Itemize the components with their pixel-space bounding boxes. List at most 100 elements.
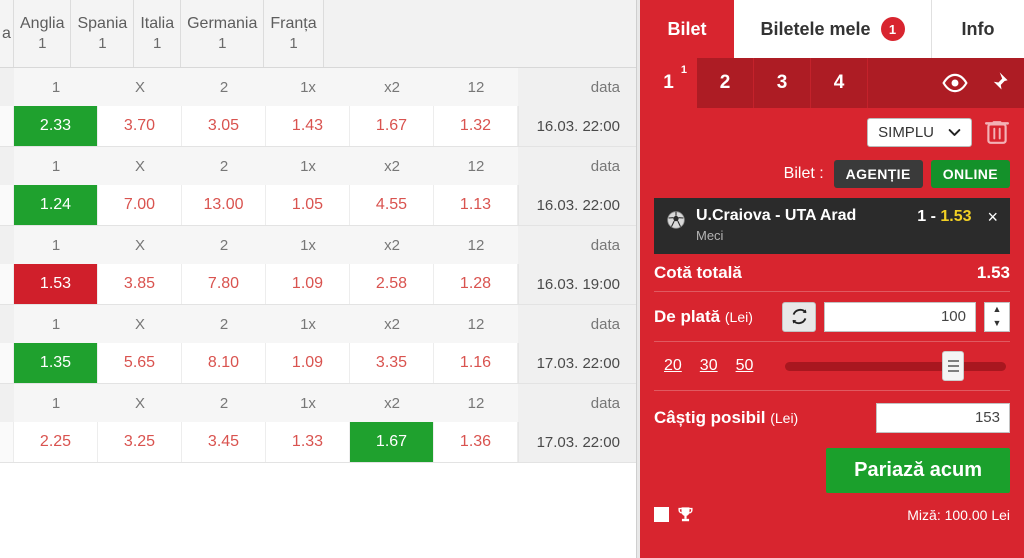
match-block: 1 X 2 1x x2 12 data 1.35 5.65 8.10 1.09 3.35 1.16 17.… (0, 305, 636, 384)
tab-bilet-label: Bilet (667, 18, 707, 39)
slip-tabs-spacer (868, 58, 942, 108)
league-tab-spania[interactable]: Spania 1 (71, 0, 135, 67)
possible-win-row: Câștig posibil (Lei) 153 (654, 390, 1010, 444)
match-date: 16.03. 22:00 (518, 185, 636, 225)
selection-remove-icon[interactable]: × (987, 208, 998, 226)
odd-button[interactable]: 1.53 (14, 264, 98, 304)
odd-button[interactable]: 3.35 (350, 343, 434, 383)
stake-label: De plată (Lei) (654, 307, 774, 327)
odd-button[interactable]: 1.24 (14, 185, 98, 225)
odds-column-header: X (98, 305, 182, 343)
slip-tab-1[interactable]: 11 (640, 58, 697, 108)
league-tab-franța[interactable]: Franța 1 (264, 0, 324, 67)
selection-pick: 1 - 1.53 (917, 208, 971, 226)
stake-refresh-button[interactable] (782, 301, 816, 332)
possible-win-label: Câștig posibil (Lei) (654, 408, 798, 428)
slip-tab-label: 1 (663, 72, 674, 93)
stake-slider[interactable] (785, 351, 1006, 381)
quick-amount-20[interactable]: 20 (664, 357, 682, 375)
league-tab-anglia[interactable]: Anglia 1 (14, 0, 72, 67)
bet-type-select[interactable]: SIMPLU (867, 117, 972, 147)
possible-win-value: 153 (974, 409, 1000, 426)
betslip-tab-bar: Bilet Biletele mele 1 Info (640, 0, 1024, 58)
odd-button[interactable]: 1.36 (434, 422, 518, 462)
odd-button[interactable]: 5.65 (98, 343, 182, 383)
odd-button[interactable]: 3.25 (98, 422, 182, 462)
stake-input[interactable]: 100 (824, 301, 976, 332)
odds-column-header: 2 (182, 68, 266, 106)
odd-button[interactable]: 1.13 (434, 185, 518, 225)
betslip-panel: Bilet Biletele mele 1 Info 11234 SIMPLU (640, 0, 1024, 558)
trophy-icon (678, 507, 693, 522)
date-column-header: data (518, 305, 636, 343)
odds-column-header: 1x (266, 68, 350, 106)
possible-win-input: 153 (876, 402, 1010, 433)
row-lead-spacer (0, 384, 14, 422)
odd-button[interactable]: 13.00 (182, 185, 266, 225)
odd-button[interactable]: 2.25 (14, 422, 98, 462)
bonus-checkbox[interactable] (654, 507, 669, 522)
odd-button[interactable]: 3.70 (98, 106, 182, 146)
league-tab-count: 1 (153, 35, 162, 53)
odds-column-header: x2 (350, 305, 434, 343)
slip-tab-3[interactable]: 3 (754, 58, 811, 108)
stake-stepper[interactable]: ▲ ▼ (984, 301, 1010, 332)
row-lead-spacer (0, 147, 14, 185)
tab-info[interactable]: Info (932, 0, 1024, 58)
odd-button[interactable]: 1.67 (350, 106, 434, 146)
odd-button[interactable]: 1.33 (266, 422, 350, 462)
odd-button[interactable]: 3.85 (98, 264, 182, 304)
stake-decrement-icon[interactable]: ▼ (993, 319, 1002, 328)
channel-agentie-button[interactable]: AGENȚIE (833, 160, 923, 188)
odd-button[interactable]: 2.33 (14, 106, 98, 146)
match-date: 16.03. 22:00 (518, 106, 636, 146)
odd-button[interactable]: 1.32 (434, 106, 518, 146)
odd-button[interactable]: 1.67 (350, 422, 434, 462)
slip-tab-2[interactable]: 2 (697, 58, 754, 108)
odd-button[interactable]: 8.10 (182, 343, 266, 383)
odds-column-header: 1 (14, 305, 98, 343)
tab-biletele-mele-label: Biletele mele (760, 18, 871, 39)
odd-button[interactable]: 1.35 (14, 343, 98, 383)
footer-left-group (654, 505, 695, 524)
odd-button[interactable]: 1.16 (434, 343, 518, 383)
league-tab-germania[interactable]: Germania 1 (181, 0, 265, 67)
odd-button[interactable]: 7.80 (182, 264, 266, 304)
place-bet-button[interactable]: Pariază acum (826, 448, 1010, 493)
league-tab-count: 1 (38, 35, 47, 53)
possible-win-label-text: Câștig posibil (654, 407, 766, 427)
league-tab-a[interactable]: a (0, 0, 14, 67)
odds-column-header: 1x (266, 384, 350, 422)
quick-amount-30[interactable]: 30 (700, 357, 718, 375)
odd-button[interactable]: 3.45 (182, 422, 266, 462)
tab-biletele-mele[interactable]: Biletele mele 1 (734, 0, 932, 58)
match-date: 16.03. 19:00 (518, 264, 636, 304)
league-tab-italia[interactable]: Italia 1 (134, 0, 182, 67)
stake-increment-icon[interactable]: ▲ (993, 305, 1002, 314)
slider-grip-line (947, 370, 959, 372)
match-date: 17.03. 22:00 (518, 343, 636, 383)
pin-icon[interactable] (984, 70, 1010, 96)
odd-button[interactable]: 1.09 (266, 343, 350, 383)
eye-icon[interactable] (942, 70, 968, 96)
table-row: 1.24 7.00 13.00 1.05 4.55 1.13 16.03. 22:00 (0, 185, 636, 225)
stake-slider-handle[interactable] (942, 351, 965, 381)
league-tab-name: Anglia (20, 14, 65, 32)
odd-button[interactable]: 4.55 (350, 185, 434, 225)
odd-button[interactable]: 7.00 (98, 185, 182, 225)
odd-button[interactable]: 2.58 (350, 264, 434, 304)
odd-button[interactable]: 3.05 (182, 106, 266, 146)
odds-column-header: X (98, 68, 182, 106)
odds-column-header: 12 (434, 147, 518, 185)
slip-tab-4[interactable]: 4 (811, 58, 868, 108)
odd-button[interactable]: 1.09 (266, 264, 350, 304)
quick-amount-50[interactable]: 50 (736, 357, 754, 375)
trash-icon[interactable] (984, 118, 1010, 146)
odd-button[interactable]: 1.28 (434, 264, 518, 304)
odds-column-header: X (98, 384, 182, 422)
channel-online-button[interactable]: ONLINE (930, 160, 1010, 188)
odd-button[interactable]: 1.43 (266, 106, 350, 146)
tab-bilet[interactable]: Bilet (640, 0, 734, 58)
stake-slider-track[interactable] (785, 361, 1006, 371)
odd-button[interactable]: 1.05 (266, 185, 350, 225)
